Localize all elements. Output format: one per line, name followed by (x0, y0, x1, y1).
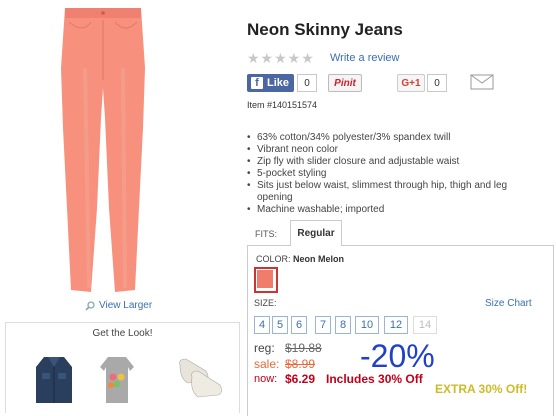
feature-item: 63% cotton/34% polyester/3% spandex twil… (247, 132, 537, 144)
tab-regular[interactable]: Regular (290, 220, 342, 246)
percent-off-badge: -20% (360, 338, 435, 374)
google-plus-button[interactable]: G+1 (397, 74, 425, 92)
view-larger-label: View Larger (99, 300, 153, 311)
pinterest-button[interactable]: Pinit (328, 74, 362, 92)
color-value: Neon Melon (293, 254, 345, 264)
size-option-12[interactable]: 12 (384, 316, 408, 334)
regular-price-label: reg: (254, 341, 275, 355)
feature-list: 63% cotton/34% polyester/3% spandex twil… (247, 132, 537, 216)
sale-price-row: sale: $8.99 (254, 357, 315, 371)
fits-label: FITS: (255, 229, 277, 239)
size-option-7[interactable]: 7 (315, 316, 331, 334)
extra-off-text: EXTRA 30% Off! (435, 382, 528, 396)
size-option-4[interactable]: 4 (254, 316, 270, 334)
get-the-look-panel: Get the Look! (5, 322, 240, 413)
slip-on-shoes-thumbnail[interactable] (176, 357, 226, 401)
regular-price: $19.88 (285, 341, 322, 355)
feature-item: Vibrant neon color (247, 144, 537, 156)
color-label: COLOR: Neon Melon (256, 254, 344, 264)
now-price: $6.29 (285, 372, 316, 386)
facebook-like-button[interactable]: f Like (247, 74, 294, 92)
feature-item: Sits just below waist, slimmest through … (247, 180, 537, 204)
facebook-icon: f (251, 77, 263, 89)
graphic-tee-thumbnail[interactable] (100, 353, 134, 405)
size-option-6[interactable]: 6 (291, 316, 307, 334)
product-title: Neon Skinny Jeans (247, 20, 403, 39)
product-image[interactable] (55, 8, 150, 293)
now-price-row: now: $6.29 Includes 30% Off (254, 372, 423, 386)
email-icon[interactable] (470, 74, 494, 90)
color-label-text: COLOR: (256, 254, 291, 264)
size-option-10[interactable]: 10 (355, 316, 379, 334)
denim-jacket-thumbnail[interactable] (34, 353, 74, 405)
size-label: SIZE: (254, 298, 277, 308)
google-plus-count: 0 (427, 74, 447, 92)
size-chart-link[interactable]: Size Chart (485, 298, 532, 309)
item-number: Item #140151574 (247, 100, 318, 110)
feature-item: 5-pocket styling (247, 168, 537, 180)
feature-item: Zip fly with slider closure and adjustab… (247, 156, 537, 168)
size-option-14: 14 (413, 316, 437, 334)
rating-stars: ★★★★★ (247, 50, 315, 66)
get-the-look-title: Get the Look! (92, 328, 153, 339)
now-price-label: now: (254, 373, 278, 385)
feature-item: Machine washable; imported (247, 204, 537, 216)
size-option-8[interactable]: 8 (335, 316, 351, 334)
facebook-like-label: Like (267, 77, 290, 89)
write-review-link[interactable]: Write a review (330, 52, 399, 64)
view-larger-link[interactable]: View Larger (85, 300, 152, 311)
size-option-5[interactable]: 5 (272, 316, 288, 334)
regular-price-row: reg: $19.88 (254, 341, 322, 355)
magnifier-icon (85, 300, 95, 311)
sale-price-label: sale: (254, 357, 280, 371)
color-swatch-neon-melon[interactable] (257, 270, 273, 288)
sale-price: $8.99 (285, 357, 316, 371)
facebook-like-count: 0 (297, 74, 317, 92)
